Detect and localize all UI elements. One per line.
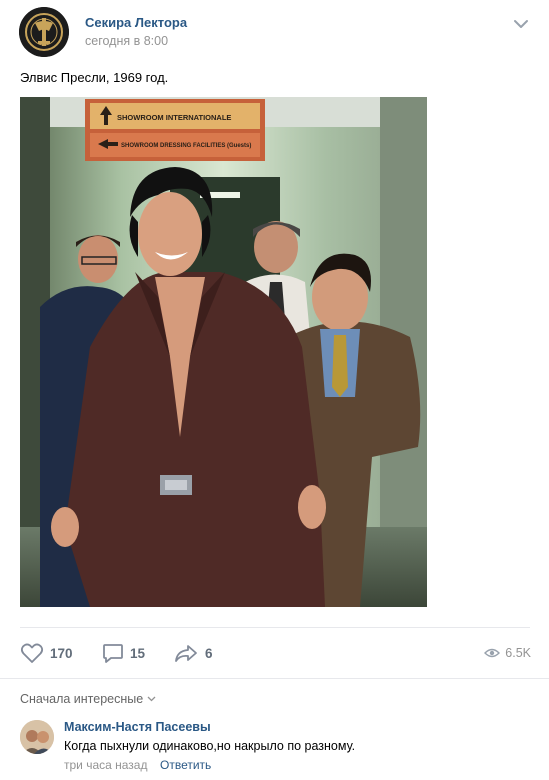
like-button[interactable]: 170 xyxy=(20,641,73,665)
post-time[interactable]: сегодня в 8:00 xyxy=(85,34,168,48)
comment-author[interactable]: Максим-Настя Пасеевы xyxy=(64,720,211,734)
post-photo[interactable]: SHOWROOM INTERNATIONALE SHOWROOM DRESSIN… xyxy=(20,97,427,607)
post-text: Элвис Пресли, 1969 год. xyxy=(20,70,169,85)
views-count: 6.5K xyxy=(505,646,531,660)
comment-time[interactable]: три часа назад xyxy=(64,758,147,772)
divider xyxy=(0,678,549,679)
views-counter: 6.5K xyxy=(484,646,531,660)
divider xyxy=(20,627,530,628)
reply-button[interactable]: Ответить xyxy=(160,758,211,772)
photo-sign: SHOWROOM INTERNATIONALE SHOWROOM DRESSIN… xyxy=(85,99,265,161)
share-button[interactable]: 6 xyxy=(173,641,213,665)
author-name[interactable]: Секира Лектора xyxy=(85,15,187,30)
avatar-emblem xyxy=(19,7,69,57)
sign-line-2: SHOWROOM DRESSING FACILITIES (Guests) xyxy=(121,143,251,149)
comment-icon xyxy=(103,644,123,663)
comments-sort[interactable]: Сначала интересные xyxy=(20,692,156,706)
sort-label: Сначала интересные xyxy=(20,692,144,706)
comments-count: 15 xyxy=(130,645,146,661)
sign-line-1: SHOWROOM INTERNATIONALE xyxy=(117,113,231,122)
shares-count: 6 xyxy=(205,645,213,661)
post-header: Секира Лектора сегодня в 8:00 xyxy=(0,0,549,64)
comment-text: Когда пыхнули одинаково,но накрыло по ра… xyxy=(64,739,356,753)
likes-count: 170 xyxy=(50,645,73,661)
author-avatar[interactable] xyxy=(19,7,69,57)
chevron-down-icon[interactable] xyxy=(513,18,529,30)
sort-chevron-icon xyxy=(147,696,156,702)
heart-icon xyxy=(20,643,44,663)
comment-button[interactable]: 15 xyxy=(102,641,145,665)
comment-avatar[interactable] xyxy=(20,720,54,754)
eye-icon xyxy=(484,648,501,658)
share-icon xyxy=(175,645,197,662)
post-actions: 170 15 6 6.5K xyxy=(0,636,549,670)
